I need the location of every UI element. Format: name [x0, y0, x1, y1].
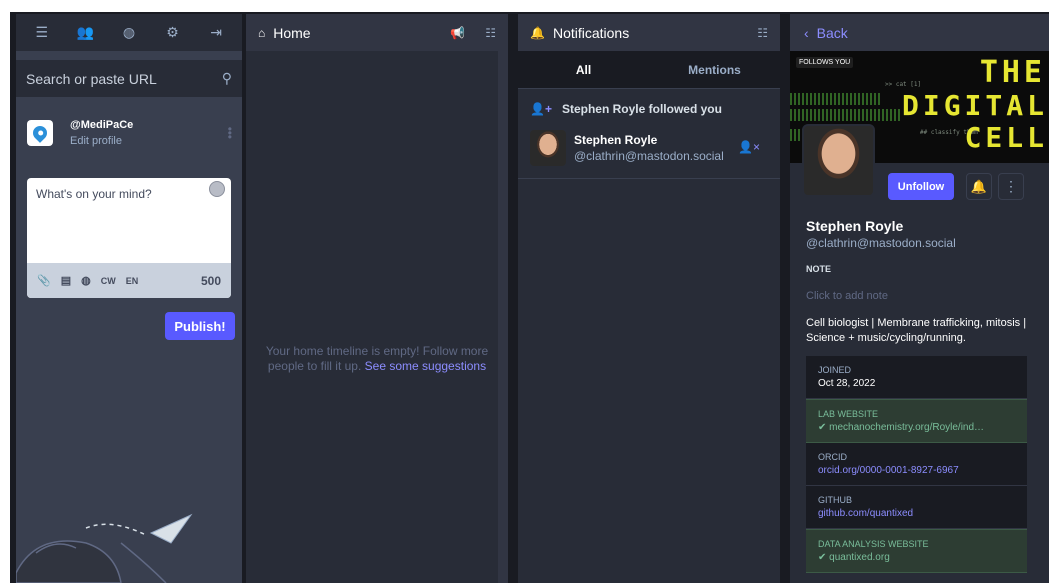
poll-icon[interactable]: ▤: [61, 274, 71, 287]
notifications-title: Notifications: [552, 24, 630, 41]
edit-profile-link[interactable]: Edit profile: [70, 135, 133, 147]
home-title: Home: [273, 24, 311, 41]
field-key: JOINED: [818, 365, 852, 375]
field-link[interactable]: orcid.org/0000-0001-8927-6967: [818, 465, 1015, 476]
compose-placeholder[interactable]: What's on your mind?: [36, 187, 152, 201]
my-handle[interactable]: @MediPaCe: [70, 119, 133, 131]
suggestions-link[interactable]: See some suggestions: [365, 359, 486, 373]
home-header[interactable]: ⌂ Home 📢 ☷: [246, 14, 508, 51]
column-settings-icon[interactable]: ☷: [757, 26, 768, 40]
menu-icon[interactable]: ☰: [30, 24, 54, 41]
follows-you-badge: FOLLOWS YOU: [796, 57, 854, 68]
character-counter: 500: [200, 273, 221, 288]
account-row[interactable]: Stephen Royle @clathrin@mastodon.social …: [518, 122, 780, 179]
user-plus-icon: 👤+: [530, 102, 552, 116]
field-link[interactable]: ✔ quantixed.org: [818, 552, 1015, 563]
empty-timeline-message: Your home timeline is empty! Follow more…: [262, 344, 492, 374]
banner-title-line: DIGITAL: [901, 89, 1048, 122]
avatar[interactable]: [27, 120, 53, 146]
field-link[interactable]: github.com/quantixed: [818, 508, 1015, 519]
field-key: ORCID: [818, 452, 847, 462]
search-input[interactable]: Search or paste URL ⚲: [16, 60, 242, 97]
logout-icon[interactable]: ⇥: [204, 24, 228, 41]
compose-column: ☰ 👥 ◍ ⚙ ⇥ Search or paste URL ⚲ @MediPaC…: [16, 14, 242, 583]
account-handle: @clathrin@mastodon.social: [574, 149, 724, 163]
compose-toolbar: 📎 ▤ ◍ CW EN 500: [27, 263, 231, 298]
scrollbar[interactable]: [498, 51, 508, 583]
profile-handle: @clathrin@mastodon.social: [806, 236, 956, 250]
note-input[interactable]: Click to add note: [806, 290, 888, 302]
profile-field-joined: JOINED Oct 28, 2022: [806, 356, 1027, 399]
globe-icon[interactable]: ◍: [117, 24, 141, 41]
avatar[interactable]: [530, 130, 566, 166]
back-button[interactable]: ‹ Back: [790, 14, 1049, 51]
announcements-icon[interactable]: 📢: [450, 26, 465, 40]
mascot-illustration: [16, 513, 193, 583]
profile-avatar[interactable]: [802, 124, 875, 197]
emoji-picker-icon[interactable]: [209, 181, 225, 197]
field-link[interactable]: ✔ mechanochemistry.org/Royle/ind…: [818, 422, 1015, 433]
profile-field-github: GITHUB github.com/quantixed: [806, 486, 1027, 529]
more-options-icon[interactable]: ⋮: [998, 173, 1024, 200]
chevron-left-icon: ‹: [804, 24, 809, 41]
notification-tabs: All Mentions: [518, 51, 780, 89]
profile-fields: JOINED Oct 28, 2022 LAB WEBSITE ✔ mechan…: [806, 356, 1027, 573]
search-icon: ⚲: [221, 70, 232, 86]
profile-column: ‹ Back >> cat [1] ## classify them FOLLO…: [790, 14, 1049, 583]
profile-bio: Cell biologist | Membrane trafficking, m…: [806, 317, 1027, 344]
notifications-column: 🔔 Notifications ☷ All Mentions 👤+ Stephe…: [518, 14, 780, 583]
bell-icon: 🔔: [530, 25, 545, 40]
banner-title-line: THE: [979, 55, 1046, 90]
mastodon-app: ☰ 👥 ◍ ⚙ ⇥ Search or paste URL ⚲ @MediPaC…: [10, 12, 1049, 583]
visibility-globe-icon[interactable]: ◍: [81, 274, 91, 287]
publish-button[interactable]: Publish!: [165, 312, 235, 340]
my-account[interactable]: @MediPaCe Edit profile • • •: [16, 107, 242, 159]
content-warning-button[interactable]: CW: [101, 276, 116, 286]
gear-icon[interactable]: ⚙: [161, 24, 185, 41]
tab-mentions[interactable]: Mentions: [649, 51, 780, 88]
follow-notification-text: Stephen Royle followed you: [561, 102, 722, 116]
account-name[interactable]: Stephen Royle: [574, 133, 724, 147]
follow-notification: 👤+ Stephen Royle followed you: [518, 89, 780, 116]
compose-form[interactable]: What's on your mind? 📎 ▤ ◍ CW EN 500: [27, 178, 231, 298]
field-key: DATA ANALYSIS WEBSITE: [818, 539, 929, 549]
drawer-nav: ☰ 👥 ◍ ⚙ ⇥: [16, 14, 242, 51]
field-key: LAB WEBSITE: [818, 409, 879, 419]
profile-field-lab-website: LAB WEBSITE ✔ mechanochemistry.org/Royle…: [806, 399, 1027, 443]
banner-glitch-stripe: [790, 109, 900, 121]
column-settings-icon[interactable]: ☷: [485, 26, 496, 40]
profile-field-orcid: ORCID orcid.org/0000-0001-8927-6967: [806, 443, 1027, 486]
search-placeholder: Search or paste URL: [26, 70, 157, 87]
banner-code-text: >> cat [1]: [885, 81, 922, 88]
notifications-header[interactable]: 🔔 Notifications ☷: [518, 14, 780, 51]
profile-display-name: Stephen Royle: [806, 218, 904, 234]
home-column: ⌂ Home 📢 ☷ Your home timeline is empty! …: [246, 14, 508, 583]
notify-bell-icon[interactable]: 🔔: [966, 173, 992, 200]
note-label: NOTE: [806, 264, 832, 274]
location-pin-icon: [30, 123, 50, 143]
kebab-menu-icon[interactable]: • • •: [228, 123, 232, 143]
back-label: Back: [816, 24, 848, 41]
tab-all[interactable]: All: [518, 51, 649, 88]
banner-glitch-stripe: [790, 93, 880, 105]
unfollow-button[interactable]: Unfollow: [888, 173, 954, 200]
attach-icon[interactable]: 📎: [37, 274, 51, 287]
home-icon: ⌂: [258, 25, 266, 40]
banner-title-line: CELL: [964, 121, 1048, 154]
field-key: GITHUB: [818, 495, 853, 505]
unfollow-user-icon[interactable]: 👤×: [738, 140, 760, 154]
people-icon[interactable]: 👥: [73, 24, 97, 41]
language-button[interactable]: EN: [126, 276, 139, 286]
profile-field-data-analysis-website: DATA ANALYSIS WEBSITE ✔ quantixed.org: [806, 529, 1027, 573]
field-value: Oct 28, 2022: [818, 378, 876, 389]
